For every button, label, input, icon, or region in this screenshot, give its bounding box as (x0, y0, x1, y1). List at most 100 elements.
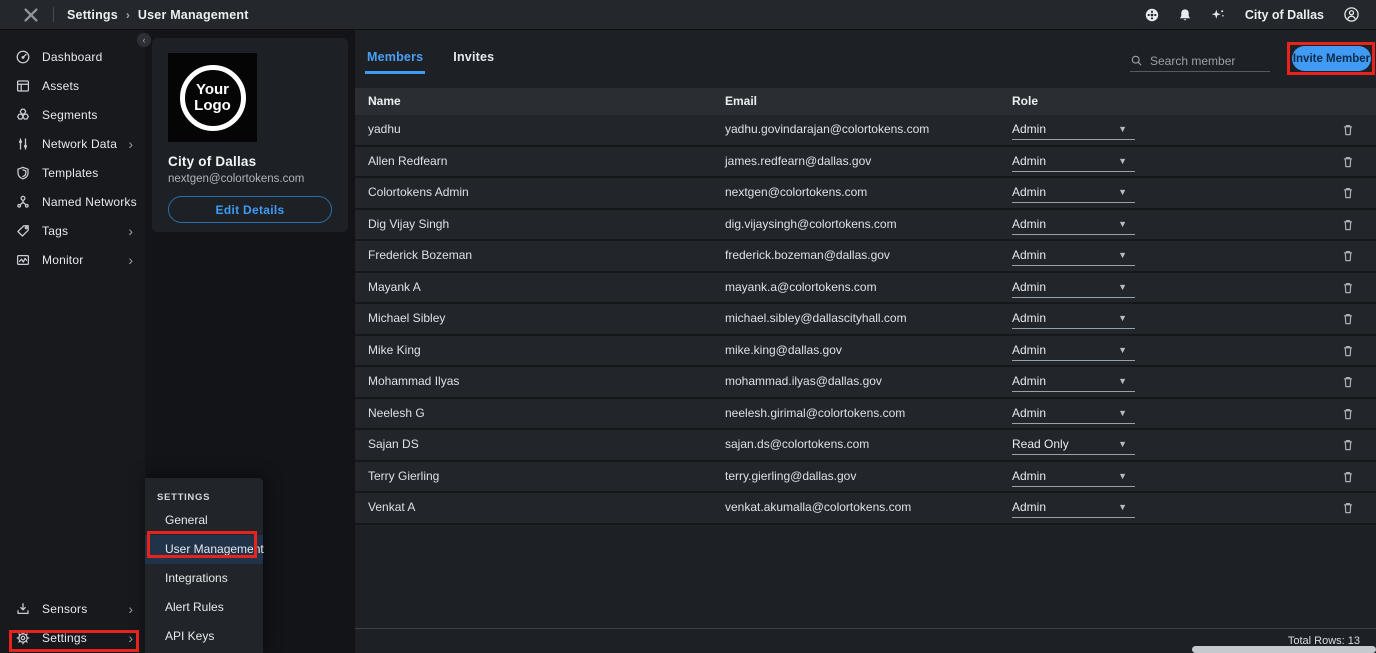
breadcrumb-separator: › (126, 8, 130, 22)
role-value: Admin (1012, 280, 1046, 294)
member-name: Sajan DS (368, 430, 419, 460)
colortokens-logo-icon (22, 6, 40, 24)
role-select[interactable]: Admin▼ (1012, 340, 1135, 361)
search-member-field[interactable] (1130, 50, 1270, 72)
column-header-role[interactable]: Role (1012, 88, 1038, 115)
sidebar: Dashboard AssetsSegmentsNetwork Data›Temp… (0, 30, 145, 653)
table-header: Name↑ Email Role (355, 88, 1376, 115)
breadcrumb-page: User Management (138, 8, 249, 22)
settings-menu-list: GeneralUser ManagementIntegrationsAlert … (145, 506, 263, 651)
sidebar-item-segments[interactable]: Segments (0, 100, 145, 129)
settings-menu-item-general[interactable]: General (145, 506, 263, 535)
sidebar-item-sensors[interactable]: Sensors› (0, 594, 145, 623)
member-name: Allen Redfearn (368, 147, 447, 177)
sidebar-item-label: Dashboard (42, 50, 133, 64)
delete-member-button[interactable] (1340, 374, 1356, 390)
sidebar-item-network-data[interactable]: Network Data› (0, 129, 145, 158)
member-name: Colortokens Admin (368, 178, 469, 208)
sidebar-item-named-networks[interactable]: Named Networks (0, 187, 145, 216)
sidebar-item-assets[interactable]: Assets (0, 71, 145, 100)
delete-member-button[interactable] (1340, 406, 1356, 422)
org-logo: Your Logo (168, 53, 257, 142)
topbar-divider (53, 7, 54, 22)
role-value: Admin (1012, 469, 1046, 483)
invite-member-button[interactable]: Invite Member (1292, 46, 1371, 71)
role-select[interactable]: Admin▼ (1012, 371, 1135, 392)
member-email: yadhu.govindarajan@colortokens.com (725, 115, 929, 145)
delete-member-button[interactable] (1340, 469, 1356, 485)
breadcrumb-section[interactable]: Settings (67, 8, 118, 22)
member-email: sajan.ds@colortokens.com (725, 430, 869, 460)
role-select[interactable]: Admin▼ (1012, 151, 1135, 172)
sidebar-item-monitor[interactable]: Monitor› (0, 245, 145, 274)
segments-icon (15, 107, 31, 123)
member-email: neelesh.girimal@colortokens.com (725, 399, 905, 429)
role-select[interactable]: Admin▼ (1012, 497, 1135, 518)
column-header-email[interactable]: Email (725, 88, 757, 115)
sidebar-item-label: Settings (42, 631, 128, 645)
tab-bar: Members Invites (365, 30, 496, 74)
role-select[interactable]: Admin ▼ (1012, 277, 1135, 298)
member-name: Mayank A (368, 273, 421, 303)
delete-member-button[interactable] (1340, 185, 1356, 201)
role-select[interactable]: Admin▼ (1012, 245, 1135, 266)
delete-member-button[interactable] (1340, 154, 1356, 170)
tab-invites[interactable]: Invites (451, 50, 496, 74)
sidebar-item-templates[interactable]: Templates (0, 158, 145, 187)
member-email: michael.sibley@dallascityhall.com (725, 304, 907, 334)
trash-icon (1340, 437, 1356, 453)
sidebar-collapse-button[interactable]: ‹ (137, 33, 151, 47)
trash-icon (1340, 185, 1356, 201)
chevron-down-icon: ▼ (1118, 282, 1127, 292)
threat-intel-icon[interactable] (1144, 7, 1160, 23)
role-select[interactable]: Admin▼ (1012, 182, 1135, 203)
account-icon[interactable] (1343, 6, 1360, 23)
delete-member-button[interactable] (1340, 217, 1356, 233)
role-select[interactable]: Read Only▼ (1012, 434, 1135, 455)
settings-menu-item-api-keys[interactable]: API Keys (145, 622, 263, 651)
org-profile-card: Your Logo City of Dallas nextgen@colorto… (152, 38, 348, 232)
chevron-down-icon: ▼ (1118, 408, 1127, 418)
table-row: Frederick Bozemanfrederick.bozeman@dalla… (355, 241, 1376, 273)
topbar-right: City of Dallas (1144, 6, 1360, 23)
delete-member-button[interactable] (1340, 311, 1356, 327)
notifications-bell-icon[interactable] (1177, 7, 1193, 23)
role-select[interactable]: Admin▼ (1012, 308, 1135, 329)
role-value: Admin (1012, 185, 1046, 199)
role-select[interactable]: Admin▼ (1012, 119, 1135, 140)
role-value: Admin (1012, 154, 1046, 168)
role-value: Admin (1012, 500, 1046, 514)
sidebar-item-label: Named Networks (42, 195, 137, 209)
role-select[interactable]: Admin▼ (1012, 466, 1135, 487)
horizontal-scrollbar-thumb[interactable] (1192, 646, 1376, 653)
role-value: Admin (1012, 311, 1046, 325)
table-row: Mike Kingmike.king@dallas.govAdmin▼ (355, 336, 1376, 368)
member-name: Venkat A (368, 493, 415, 523)
sidebar-item-tags[interactable]: Tags› (0, 216, 145, 245)
settings-menu-item-user-management[interactable]: User Management (145, 535, 263, 564)
trash-icon (1340, 500, 1356, 516)
trash-icon (1340, 406, 1356, 422)
settings-menu-item-alert-rules[interactable]: Alert Rules (145, 593, 263, 622)
delete-member-button[interactable] (1340, 343, 1356, 359)
sidebar-nav: Dashboard AssetsSegmentsNetwork Data›Temp… (0, 30, 145, 274)
trash-icon (1340, 248, 1356, 264)
role-value: Read Only (1012, 437, 1069, 451)
delete-member-button[interactable] (1340, 500, 1356, 516)
table-row: Mayank Amayank.a@colortokens.comAdmin▼ (355, 273, 1376, 305)
delete-member-button[interactable] (1340, 437, 1356, 453)
edit-details-button[interactable]: Edit Details (168, 196, 332, 223)
role-select[interactable]: Admin▼ (1012, 214, 1135, 235)
search-input[interactable] (1150, 54, 1270, 68)
settings-menu-item-integrations[interactable]: Integrations (145, 564, 263, 593)
sidebar-item-settings[interactable]: Settings› (0, 623, 145, 652)
ai-sparkle-icon[interactable] (1210, 7, 1226, 23)
tab-members[interactable]: Members (365, 50, 425, 74)
sidebar-item-label: Network Data (42, 137, 128, 151)
delete-member-button[interactable] (1340, 122, 1356, 138)
member-name: Terry Gierling (368, 462, 439, 492)
delete-member-button[interactable] (1340, 248, 1356, 264)
delete-member-button[interactable] (1340, 280, 1356, 296)
sidebar-item-dashboard[interactable]: Dashboard (0, 42, 145, 71)
role-select[interactable]: Admin▼ (1012, 403, 1135, 424)
